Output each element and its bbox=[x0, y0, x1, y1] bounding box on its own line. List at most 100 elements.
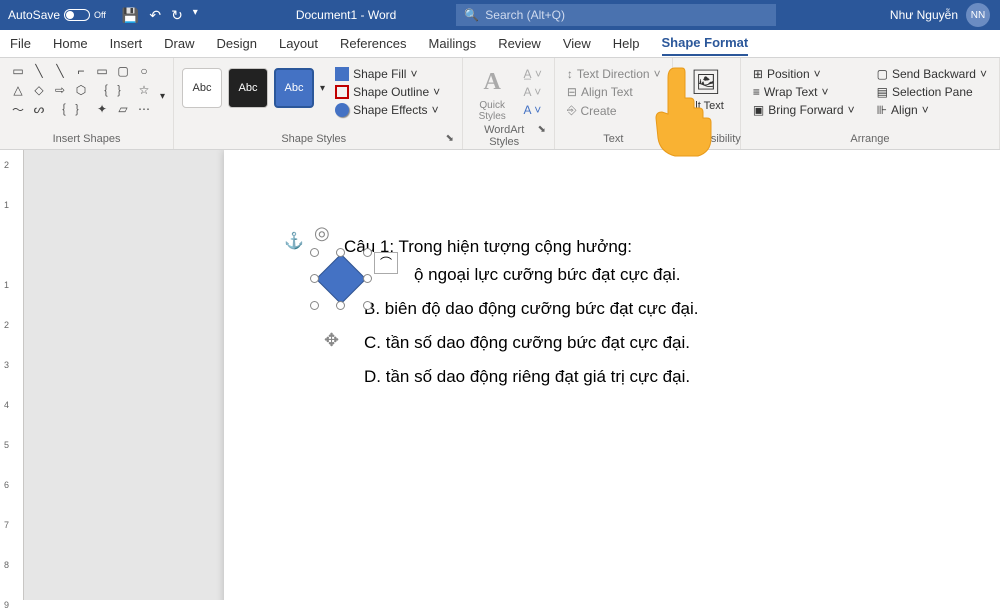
resize-handle[interactable] bbox=[363, 274, 372, 283]
shape-outline-button[interactable]: Shape Outline ˅ bbox=[331, 84, 444, 100]
send-backward-button[interactable]: ▢ Send Backward ˅ bbox=[873, 66, 991, 82]
style-preview-blue[interactable]: Abc bbox=[274, 68, 314, 108]
qat-dropdown-icon[interactable]: ▾ bbox=[193, 7, 198, 24]
shape-connector-icon[interactable]: ⌐ bbox=[71, 62, 91, 80]
resize-handle[interactable] bbox=[363, 248, 372, 257]
user-account[interactable]: Như Nguyễn NN bbox=[890, 3, 1000, 27]
shape-star-icon[interactable]: ☆ bbox=[134, 81, 154, 99]
shape-curve-icon[interactable]: 〜 bbox=[8, 100, 28, 118]
shape-lbracket-icon[interactable]: ｛ bbox=[50, 100, 70, 118]
selection-pane-button[interactable]: ▤ Selection Pane bbox=[873, 84, 991, 100]
tab-layout[interactable]: Layout bbox=[279, 32, 318, 55]
tab-design[interactable]: Design bbox=[217, 32, 257, 55]
toggle-switch[interactable] bbox=[64, 9, 90, 21]
layout-options-icon[interactable]: ⌒ bbox=[374, 252, 398, 274]
tab-mailings[interactable]: Mailings bbox=[429, 32, 477, 55]
option-a[interactable]: ộ ngoại lực cưỡng bức đạt cực đại. bbox=[414, 258, 944, 292]
text-outline-button[interactable]: A ˅ bbox=[520, 84, 546, 100]
wordart-launcher-icon[interactable]: ⬊ bbox=[537, 124, 545, 148]
option-c[interactable]: C. tần số dao động cưỡng bức đạt cực đại… bbox=[364, 326, 944, 360]
shape-triangle-icon[interactable]: △ bbox=[8, 81, 28, 99]
quick-access-toolbar: 💾 ↶ ↻ ▾ bbox=[114, 7, 206, 24]
resize-handle[interactable] bbox=[310, 248, 319, 257]
group-label-accessibility: Accessibility bbox=[681, 131, 732, 149]
quick-styles-button[interactable]: A Quick Styles bbox=[471, 62, 514, 122]
shape-star2-icon[interactable]: ✦ bbox=[92, 100, 112, 118]
document-area: 2 1 1 2 3 4 5 6 7 8 9 ⚓ ◎ Câu 1: Trong h… bbox=[0, 150, 1000, 600]
shapes-gallery[interactable]: ▭╲╲⌐▭▢○ △◇⇨⬡｛｝☆ 〜ᔕ｛｝✦▱⋯ bbox=[8, 62, 154, 118]
group-label-insert-shapes: Insert Shapes bbox=[8, 131, 165, 149]
shape-oval-icon[interactable]: ○ bbox=[134, 62, 154, 80]
user-name: Như Nguyễn bbox=[890, 8, 958, 22]
resize-handle[interactable] bbox=[336, 248, 345, 257]
rotate-handle-icon[interactable]: ◎ bbox=[314, 215, 330, 251]
style-preview-light[interactable]: Abc bbox=[182, 68, 222, 108]
ruler-tick: 2 bbox=[4, 160, 9, 170]
bring-forward-button[interactable]: ▣ Bring Forward ˅ bbox=[749, 102, 859, 118]
group-arrange: ⊞ Position ˅ ≡ Wrap Text ˅ ▣ Bring Forwa… bbox=[741, 58, 1000, 149]
shape-textbox-icon[interactable]: ▭ bbox=[8, 62, 28, 80]
wrap-text-button[interactable]: ≡ Wrap Text ˅ bbox=[749, 84, 859, 100]
text-direction-button[interactable]: ↕ Text Direction ˅ bbox=[563, 66, 665, 82]
redo-icon[interactable]: ↻ bbox=[171, 7, 183, 24]
style-preview-dark[interactable]: Abc bbox=[228, 68, 268, 108]
shape-line2-icon[interactable]: ╲ bbox=[50, 62, 70, 80]
shape-effects-button[interactable]: Shape Effects ˅ bbox=[331, 102, 444, 118]
create-link-button[interactable]: ⎆ Create bbox=[563, 102, 665, 119]
shape-line-icon[interactable]: ╲ bbox=[29, 62, 49, 80]
shape-fill-button[interactable]: Shape Fill ˅ bbox=[331, 66, 444, 82]
save-icon[interactable]: 💾 bbox=[122, 7, 139, 24]
selected-shape[interactable] bbox=[312, 250, 370, 308]
shape-rect-icon[interactable]: ▭ bbox=[92, 62, 112, 80]
styles-expand-icon[interactable]: ▾ bbox=[320, 83, 325, 94]
option-b[interactable]: B. biên độ dao động cưỡng bức đạt cực đạ… bbox=[364, 292, 944, 326]
autosave-state: Off bbox=[94, 10, 106, 20]
page[interactable]: ⚓ ◎ Câu 1: Trong hiện tượng cộng hưởng: … bbox=[224, 150, 1000, 600]
gallery-expand-icon[interactable]: ▾ bbox=[160, 91, 165, 102]
resize-handle[interactable] bbox=[310, 301, 319, 310]
vertical-ruler[interactable]: 2 1 1 2 3 4 5 6 7 8 9 bbox=[0, 150, 24, 600]
tab-shape-format[interactable]: Shape Format bbox=[662, 31, 749, 56]
undo-icon[interactable]: ↶ bbox=[149, 7, 161, 24]
text-effects-button[interactable]: A ˅ bbox=[520, 102, 546, 118]
shape-roundrect-icon[interactable]: ▢ bbox=[113, 62, 133, 80]
shape-more-icon[interactable]: ⋯ bbox=[134, 100, 154, 118]
tab-view[interactable]: View bbox=[563, 32, 591, 55]
shape-rbracket-icon[interactable]: ｝ bbox=[71, 100, 91, 118]
tab-home[interactable]: Home bbox=[53, 32, 88, 55]
ruler-tick: 2 bbox=[4, 320, 9, 330]
shape-diamond-icon[interactable]: ◇ bbox=[29, 81, 49, 99]
alt-text-button[interactable]: 🖼 Alt Text bbox=[681, 62, 731, 112]
tab-file[interactable]: File bbox=[10, 32, 31, 55]
shape-rbrace-icon[interactable]: ｝ bbox=[113, 81, 133, 99]
tab-insert[interactable]: Insert bbox=[110, 32, 143, 55]
shape-freeform-icon[interactable]: ᔕ bbox=[29, 100, 49, 118]
shape-body[interactable] bbox=[316, 254, 367, 305]
shape-callout-icon[interactable]: ▱ bbox=[113, 100, 133, 118]
ruler-tick: 1 bbox=[4, 280, 9, 290]
position-button[interactable]: ⊞ Position ˅ bbox=[749, 66, 859, 82]
effects-icon bbox=[335, 103, 349, 117]
shape-hexagon-icon[interactable]: ⬡ bbox=[71, 81, 91, 99]
align-button[interactable]: ⊪ Align ˅ bbox=[873, 102, 991, 118]
tab-draw[interactable]: Draw bbox=[164, 32, 194, 55]
tab-help[interactable]: Help bbox=[613, 32, 640, 55]
shape-styles-launcher-icon[interactable]: ⬊ bbox=[445, 133, 453, 145]
resize-handle[interactable] bbox=[310, 274, 319, 283]
option-d[interactable]: D. tần số dao động riêng đạt giá trị cực… bbox=[364, 360, 944, 394]
autosave-toggle[interactable]: AutoSave Off bbox=[0, 8, 114, 22]
resize-handle[interactable] bbox=[336, 301, 345, 310]
search-box[interactable]: 🔍 Search (Alt+Q) bbox=[456, 4, 776, 26]
move-cursor-icon: ✥ bbox=[324, 322, 339, 358]
tab-references[interactable]: References bbox=[340, 32, 406, 55]
align-text-button[interactable]: ⊟ Align Text bbox=[563, 84, 665, 100]
shape-lbrace-icon[interactable]: ｛ bbox=[92, 81, 112, 99]
text-fill-button[interactable]: A̲ ˅ bbox=[520, 66, 546, 82]
letter-a-icon: A bbox=[476, 66, 508, 98]
shape-arrow-icon[interactable]: ⇨ bbox=[50, 81, 70, 99]
anchor-icon[interactable]: ⚓ bbox=[284, 226, 304, 258]
tab-review[interactable]: Review bbox=[498, 32, 541, 55]
resize-handle[interactable] bbox=[363, 301, 372, 310]
ribbon: ▭╲╲⌐▭▢○ △◇⇨⬡｛｝☆ 〜ᔕ｛｝✦▱⋯ ▾ Insert Shapes … bbox=[0, 58, 1000, 150]
page-wrap[interactable]: ⚓ ◎ Câu 1: Trong hiện tượng cộng hưởng: … bbox=[24, 150, 1000, 600]
